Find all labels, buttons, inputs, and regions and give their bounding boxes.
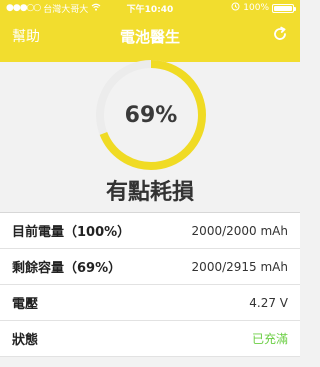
signal-dots-icon: ●●●○○ — [6, 3, 41, 13]
battery-info-list: 目前電量（100%） 2000/2000 mAh 剩餘容量（69%） 2000/… — [0, 212, 300, 357]
refresh-icon — [272, 26, 288, 46]
battery-percent: 100% — [243, 3, 269, 13]
row-value: 2000/2000 mAh — [191, 223, 288, 238]
status-value: 已充滿 — [251, 332, 288, 346]
list-item: 剩餘容量（69%） 2000/2915 mAh — [0, 249, 300, 285]
status-time: 下午10:40 — [126, 4, 174, 15]
status-right: 100% — [184, 2, 296, 14]
help-button[interactable]: 幫助 — [0, 26, 80, 46]
row-label: 目前電量（100%） — [12, 225, 131, 240]
battery-health-gauge: 69% — [93, 57, 209, 173]
row-value: 4.27 V — [249, 295, 288, 310]
carrier-name: 台灣大哥大 — [43, 4, 89, 15]
battery-icon — [272, 3, 296, 13]
list-item: 狀態 已充滿 — [0, 321, 300, 357]
list-item: 目前電量（100%） 2000/2000 mAh — [0, 213, 300, 249]
row-label: 剩餘容量（69%） — [12, 261, 122, 276]
battery-fill — [274, 5, 292, 11]
refresh-button[interactable] — [220, 26, 300, 46]
alarm-icon — [231, 2, 240, 14]
row-label: 電壓 — [12, 297, 39, 312]
wifi-icon — [91, 3, 101, 14]
status-bar: ●●●○○ 台灣大哥大 下午10:40 100% — [0, 0, 300, 16]
row-value: 2000/2915 mAh — [191, 259, 288, 274]
list-item: 電壓 4.27 V — [0, 285, 300, 321]
top-bar: ●●●○○ 台灣大哥大 下午10:40 100% 幫助 電池醫生 — [0, 0, 300, 62]
health-status-label: 有點耗損 — [105, 180, 194, 205]
row-label: 狀態 — [12, 333, 39, 348]
gauge-percent: 69% — [124, 102, 178, 128]
status-left: ●●●○○ 台灣大哥大 — [6, 2, 116, 15]
page-title: 電池醫生 — [119, 27, 180, 46]
navigation-bar: 幫助 電池醫生 — [0, 16, 300, 56]
